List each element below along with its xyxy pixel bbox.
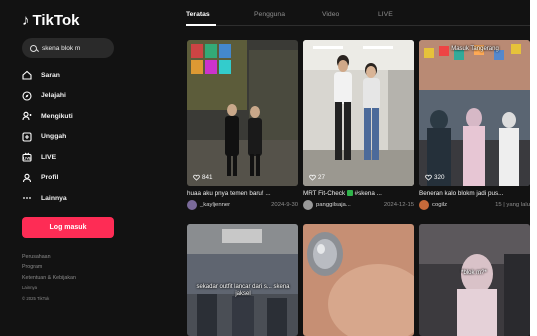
video-card[interactable]: 841 huaa aku pnya temen baru! ... _kaylj…: [187, 40, 298, 210]
video-thumbnail[interactable]: Masuk Tangerang 320: [419, 40, 530, 186]
view-count-value: 27: [318, 174, 326, 181]
video-overlay-text: sekadar outfit lancar dari s... skena ja…: [196, 284, 290, 297]
video-caption[interactable]: huaa aku pnya temen baru! ...: [187, 190, 298, 197]
video-thumbnail[interactable]: [303, 224, 414, 336]
sidebar-nav: Saran Jelajahi Mengikuti Unggah LIVE LIV…: [22, 65, 170, 209]
search-results: Teratas Pengguna Video LIVE 841 huaa aku…: [186, 0, 530, 336]
video-caption-hashtag[interactable]: #skena ...: [355, 190, 382, 197]
video-overlay-text: Masuk Tangerang: [451, 46, 499, 52]
video-thumbnail-image: [187, 224, 298, 336]
view-count: 841: [193, 174, 213, 181]
video-thumbnail-image: [419, 40, 530, 186]
video-card[interactable]: 27 MRT Fit-Check #skena ... panggilsaja.…: [303, 40, 414, 210]
sidebar-item-lainnya[interactable]: Lainnya: [22, 188, 170, 209]
video-author[interactable]: _kayljenner: [200, 202, 230, 208]
video-card[interactable]: *blok m?*: [419, 224, 530, 336]
video-date: 2024-12-15: [383, 202, 414, 208]
sidebar-item-label: LIVE: [41, 153, 57, 161]
sidebar: ♪ TikTok skena blok m Saran Jelajahi Men…: [0, 0, 170, 336]
copyright: © 2025 TikTok: [22, 295, 50, 301]
following-icon: [22, 111, 32, 121]
video-thumbnail[interactable]: 27: [303, 40, 414, 186]
sidebar-item-label: Jelajahi: [41, 92, 66, 100]
tab-pengguna[interactable]: Pengguna: [254, 0, 322, 25]
video-meta: cogilz 15 | yang lalu: [419, 200, 530, 210]
video-caption[interactable]: Beneran kalo blokm jadi pus...: [419, 190, 530, 197]
tiktok-note-icon: ♪: [22, 12, 30, 29]
sidebar-item-saran[interactable]: Saran: [22, 65, 170, 86]
profile-icon: [22, 173, 32, 183]
view-count-value: 841: [202, 174, 213, 181]
sidebar-item-label: Profil: [41, 174, 59, 182]
video-meta: _kayljenner 2024-9-30: [187, 200, 298, 210]
heart-icon: [309, 174, 316, 181]
footer-link-company[interactable]: Perusahaan: [22, 252, 170, 263]
footer-link-more[interactable]: Lainnya: [22, 283, 170, 294]
app-name: TikTok: [32, 12, 80, 29]
compass-icon: [22, 91, 32, 101]
tab-live[interactable]: LIVE: [378, 0, 418, 25]
video-meta: panggilsaja... 2024-12-15: [303, 200, 414, 210]
sidebar-item-label: Saran: [41, 71, 60, 79]
sidebar-item-jelajahi[interactable]: Jelajahi: [22, 86, 170, 107]
sidebar-item-live[interactable]: LIVE LIVE: [22, 147, 170, 168]
upload-icon: [22, 132, 32, 142]
footer-links: Perusahaan Program Ketentuan & Kebijakan…: [22, 252, 170, 305]
view-count-value: 320: [434, 174, 445, 181]
heart-icon: [425, 174, 432, 181]
view-count: 27: [309, 174, 325, 181]
video-date: 2024-9-30: [271, 202, 298, 208]
video-thumbnail-image: [419, 224, 530, 336]
svg-text:LIVE: LIVE: [23, 157, 31, 161]
video-card[interactable]: [303, 224, 414, 336]
view-count: 320: [425, 174, 445, 181]
footer-link-terms[interactable]: Ketentuan & Kebijakan: [22, 273, 170, 284]
home-icon: [22, 70, 32, 80]
avatar[interactable]: [419, 200, 429, 210]
video-thumbnail-image: [303, 224, 414, 336]
login-button[interactable]: Log masuk: [22, 216, 114, 238]
video-card[interactable]: sekadar outfit lancar dari s... skena ja…: [187, 224, 298, 336]
tab-teratas[interactable]: Teratas: [186, 0, 254, 25]
sidebar-item-label: Unggah: [41, 133, 67, 141]
results-tabs: Teratas Pengguna Video LIVE: [186, 0, 530, 26]
video-overlay-text: *blok m?*: [461, 270, 487, 276]
video-author[interactable]: cogilz: [432, 202, 447, 208]
video-thumbnail[interactable]: 841: [187, 40, 298, 186]
video-author[interactable]: panggilsaja...: [316, 202, 351, 208]
tiktok-app: ♪ TikTok skena blok m Saran Jelajahi Men…: [0, 0, 530, 336]
avatar[interactable]: [187, 200, 197, 210]
search-input[interactable]: skena blok m: [22, 38, 114, 58]
tab-video[interactable]: Video: [322, 0, 378, 25]
sidebar-item-mengikuti[interactable]: Mengikuti: [22, 106, 170, 127]
sidebar-item-label: Mengikuti: [41, 112, 73, 120]
footer-link-program[interactable]: Program: [22, 262, 170, 273]
video-thumbnail[interactable]: sekadar outfit lancar dari s... skena ja…: [187, 224, 298, 336]
video-thumbnail[interactable]: *blok m?*: [419, 224, 530, 336]
sidebar-item-unggah[interactable]: Unggah: [22, 127, 170, 148]
video-date: 15 | yang lalu: [495, 202, 530, 208]
more-dots-icon: [22, 193, 32, 203]
live-tv-icon: LIVE: [22, 152, 32, 162]
sidebar-item-profil[interactable]: Profil: [22, 168, 170, 189]
active-tab-indicator: [186, 24, 216, 26]
video-caption[interactable]: MRT Fit-Check #skena ...: [303, 190, 414, 197]
video-card[interactable]: Masuk Tangerang 320 Beneran kalo blokm j…: [419, 40, 530, 210]
video-thumbnail-image: [187, 40, 298, 186]
search-icon: [30, 44, 37, 52]
sidebar-item-label: Lainnya: [41, 194, 67, 202]
video-thumbnail-image: [303, 40, 414, 186]
tiktok-logo[interactable]: ♪ TikTok: [22, 12, 170, 29]
avatar[interactable]: [303, 200, 313, 210]
check-emoji-icon: [346, 190, 353, 197]
heart-icon: [193, 174, 200, 181]
search-value: skena blok m: [42, 44, 81, 52]
video-caption-part: MRT Fit-Check: [303, 190, 346, 197]
